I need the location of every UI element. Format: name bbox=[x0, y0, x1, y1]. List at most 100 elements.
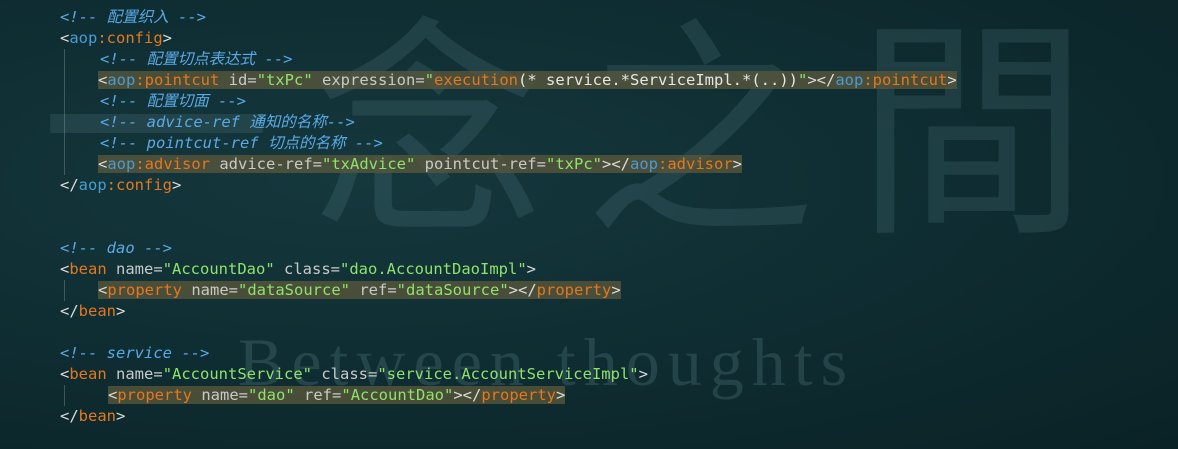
code-token: <!-- dao --> bbox=[60, 239, 172, 257]
code-token: expression bbox=[312, 71, 416, 89]
highlighted-code: <property name="dataSource" ref="dataSou… bbox=[98, 281, 621, 299]
code-text: <!-- 配置切面 --> bbox=[100, 92, 246, 110]
code-text: <!-- dao --> bbox=[60, 239, 172, 257]
code-line[interactable]: <!-- dao --> bbox=[0, 238, 1178, 259]
code-token: > bbox=[162, 29, 173, 47]
code-token: "AccountDao" bbox=[341, 386, 454, 404]
code-line[interactable] bbox=[0, 196, 1178, 217]
highlighted-code: <property name="dao" ref="AccountDao"></… bbox=[108, 386, 566, 404]
code-token: > bbox=[638, 365, 648, 383]
code-line[interactable]: </aop:config> bbox=[0, 175, 1178, 196]
code-token: </ bbox=[60, 407, 79, 425]
code-token: = bbox=[415, 71, 425, 89]
highlighted-code: <aop:advisor advice-ref="txAdvice" point… bbox=[98, 155, 742, 173]
code-line[interactable]: <aop:advisor advice-ref="txAdvice" point… bbox=[0, 154, 1178, 175]
code-token: </ bbox=[60, 302, 79, 320]
code-text: </bean> bbox=[60, 302, 125, 320]
code-token: class bbox=[274, 260, 331, 278]
code-line[interactable]: <!-- advice-ref 通知的名称--> bbox=[0, 112, 1178, 133]
code-token: = bbox=[332, 386, 342, 404]
code-token: ></ bbox=[807, 71, 836, 89]
code-token: = bbox=[536, 155, 546, 173]
code-token: property bbox=[107, 281, 182, 299]
code-token: < bbox=[108, 386, 118, 404]
code-line[interactable]: <!-- pointcut-ref 切点的名称 --> bbox=[0, 133, 1178, 154]
code-line[interactable] bbox=[0, 217, 1178, 238]
code-token: aop bbox=[835, 71, 864, 89]
code-token: :config bbox=[106, 176, 172, 194]
code-token: advice-ref bbox=[210, 155, 313, 173]
code-token: "AccountService" bbox=[162, 365, 312, 383]
code-line[interactable]: <property name="dataSource" ref="dataSou… bbox=[0, 280, 1178, 301]
code-token: </ bbox=[60, 176, 79, 194]
code-line[interactable]: <property name="dao" ref="AccountDao"></… bbox=[0, 385, 1178, 406]
code-token: name bbox=[192, 386, 239, 404]
code-token: name bbox=[106, 365, 154, 383]
code-text: <aop:config> bbox=[60, 29, 172, 47]
code-token: > bbox=[556, 386, 566, 404]
code-editor[interactable]: 一念之間 Between thoughts <!-- 配置织入 --> <aop:… bbox=[0, 0, 1178, 449]
code-text: </bean> bbox=[60, 407, 125, 425]
code-token: id bbox=[219, 71, 248, 89]
code-token: "dataSource" bbox=[238, 281, 350, 299]
code-text: <bean name="AccountService" class="servi… bbox=[60, 365, 648, 383]
code-token: :advisor bbox=[135, 155, 210, 173]
code-line[interactable] bbox=[0, 322, 1178, 343]
code-token: "dataSource" bbox=[396, 281, 509, 299]
code-token: = bbox=[312, 155, 322, 173]
code-token: property bbox=[117, 386, 192, 404]
code-token: :advisor bbox=[658, 155, 733, 173]
code-token: aop bbox=[107, 155, 136, 173]
code-token: ></ bbox=[508, 281, 537, 299]
code-token: <!-- service --> bbox=[60, 344, 210, 362]
code-token: <!-- advice-ref 通知的名称--> bbox=[100, 113, 355, 131]
code-token: < bbox=[98, 71, 108, 89]
code-token: aop bbox=[107, 71, 136, 89]
code-line[interactable]: </bean> bbox=[0, 301, 1178, 322]
code-token: = bbox=[368, 365, 378, 383]
code-token: > bbox=[526, 260, 536, 278]
code-text: </aop:config> bbox=[60, 176, 181, 194]
code-token: > bbox=[116, 302, 126, 320]
code-token: ref bbox=[294, 386, 333, 404]
code-token: :pointcut bbox=[863, 71, 948, 89]
code-token: name bbox=[182, 281, 229, 299]
code-line[interactable]: <aop:pointcut id="txPc" expression="exec… bbox=[0, 70, 1178, 91]
code-token: > bbox=[172, 176, 182, 194]
code-lines[interactable]: <!-- 配置织入 --> <aop:config> <!-- 配置切点表达式 --… bbox=[0, 7, 1178, 427]
code-line[interactable]: <!-- 配置切面 --> bbox=[0, 91, 1178, 112]
code-token: = bbox=[153, 365, 163, 383]
code-token: <!-- 配置织入 --> bbox=[60, 8, 206, 26]
code-token: ></ bbox=[602, 155, 630, 173]
code-line[interactable]: <!-- 配置织入 --> bbox=[0, 7, 1178, 28]
code-line[interactable]: <bean name="AccountDao" class="dao.Accou… bbox=[0, 259, 1178, 280]
code-token: execution bbox=[434, 71, 519, 89]
code-token: "dao" bbox=[248, 386, 295, 404]
code-line[interactable]: <bean name="AccountService" class="servi… bbox=[0, 364, 1178, 385]
code-token: < bbox=[60, 365, 70, 383]
code-token: > bbox=[732, 155, 742, 173]
code-token: "AccountDao" bbox=[162, 260, 275, 278]
code-token: property bbox=[536, 281, 612, 299]
code-token: :pointcut bbox=[135, 71, 220, 89]
code-token: "service.AccountServiceImpl" bbox=[377, 365, 639, 383]
code-token: "txAdvice" bbox=[322, 155, 416, 173]
code-token: "txPc" bbox=[256, 71, 313, 89]
code-text: <!-- advice-ref 通知的名称--> bbox=[100, 113, 355, 131]
code-text: <!-- 配置织入 --> bbox=[60, 8, 206, 26]
code-token: bean bbox=[69, 365, 107, 383]
code-token: class bbox=[312, 365, 368, 383]
code-token: pointcut-ref bbox=[415, 155, 537, 173]
code-text: <!-- pointcut-ref 切点的名称 --> bbox=[100, 134, 383, 152]
code-token: < bbox=[98, 281, 108, 299]
code-token: <!-- 配置切面 --> bbox=[100, 92, 246, 110]
code-token: "txPc" bbox=[546, 155, 602, 173]
code-token: < bbox=[60, 260, 70, 278]
code-line[interactable]: <aop:config> bbox=[0, 28, 1178, 49]
code-line[interactable]: <!-- service --> bbox=[0, 343, 1178, 364]
code-line[interactable]: </bean> bbox=[0, 406, 1178, 427]
code-token: = bbox=[387, 281, 397, 299]
code-line[interactable]: <!-- 配置切点表达式 --> bbox=[0, 49, 1178, 70]
code-token: aop bbox=[630, 155, 658, 173]
code-token: bean bbox=[78, 407, 116, 425]
